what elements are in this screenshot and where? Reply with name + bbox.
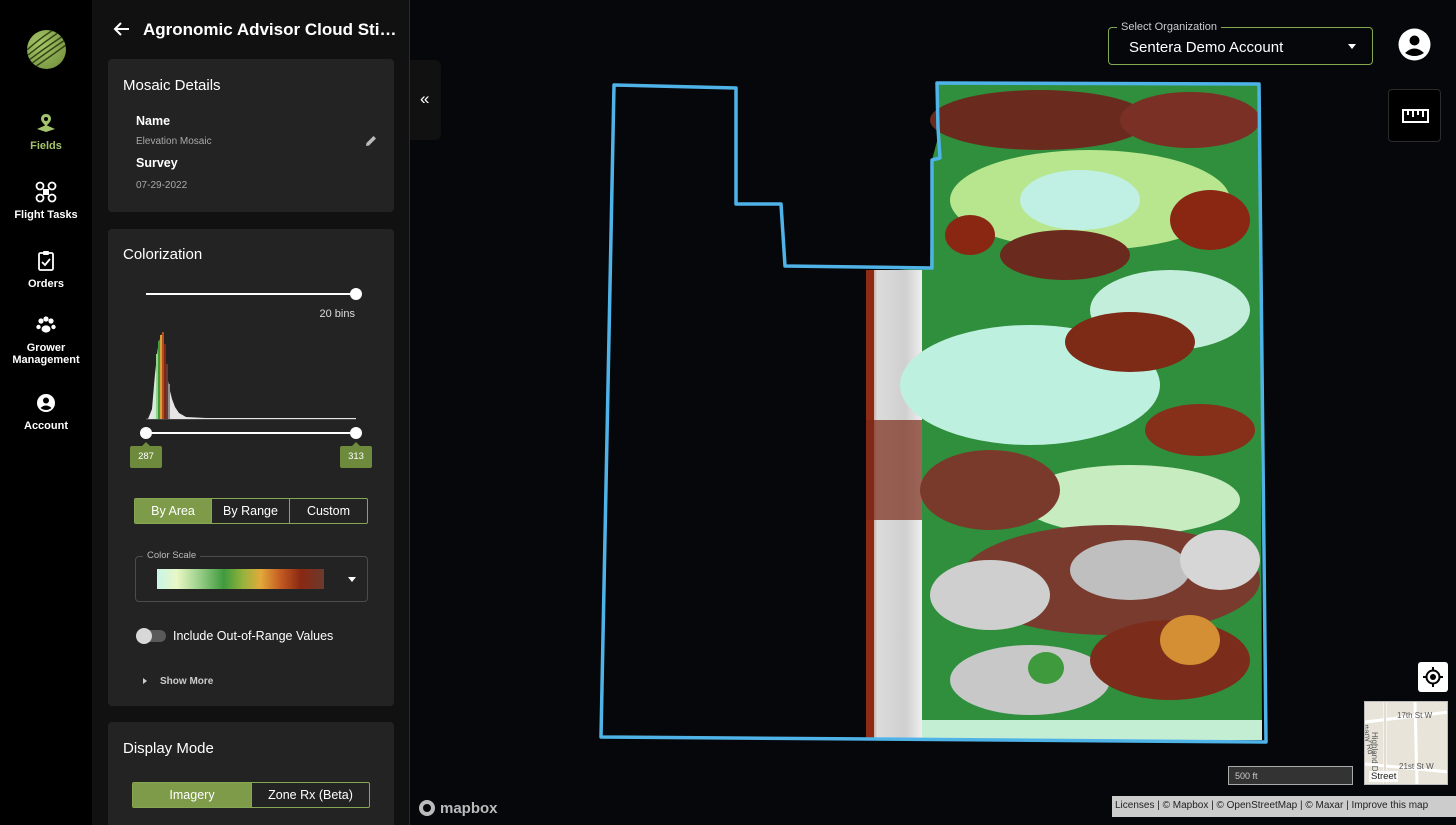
survey-label: Survey xyxy=(136,156,178,170)
nav-label-grower: Grower xyxy=(26,342,66,354)
minimap-street-label: 21st St W xyxy=(1399,762,1434,771)
geolocate-button[interactable] xyxy=(1418,662,1448,692)
mapbox-logo[interactable]: mapbox xyxy=(418,798,498,818)
paw-group-icon xyxy=(36,316,56,333)
organization-select[interactable]: Select Organization Sentera Demo Account xyxy=(1108,21,1373,65)
back-arrow-icon[interactable] xyxy=(112,19,132,39)
nav-rail: Fields Flight Tasks Orders Grower Manage… xyxy=(0,0,92,825)
mosaic-details-card: Mosaic Details Name Elevation Mosaic Sur… xyxy=(108,59,394,212)
name-value: Elevation Mosaic xyxy=(136,136,212,147)
display-mode-card: Display Mode Imagery Zone Rx (Beta) xyxy=(108,722,394,825)
mapbox-logo-text: mapbox xyxy=(440,799,498,817)
double-chevron-left-icon: « xyxy=(420,89,430,108)
bins-slider-thumb[interactable] xyxy=(350,288,362,300)
range-min-badge: 287 xyxy=(130,442,162,468)
chevron-down-icon xyxy=(348,577,356,582)
mosaic-details-heading: Mosaic Details xyxy=(123,77,221,94)
display-mode-heading: Display Mode xyxy=(123,740,214,757)
value-histogram xyxy=(146,332,356,420)
colorization-card: Colorization 20 bins 287 313 By Area By … xyxy=(108,229,394,706)
bins-label: 20 bins xyxy=(319,308,355,320)
caret-right-icon xyxy=(143,678,147,684)
clipboard-icon xyxy=(38,251,54,271)
name-label: Name xyxy=(136,114,171,128)
by-area-button[interactable]: By Area xyxy=(135,499,212,523)
nav-item-grower-management[interactable]: Grower Management xyxy=(0,314,92,366)
nav-label-account: Account xyxy=(24,420,68,432)
nav-item-orders[interactable]: Orders xyxy=(0,250,92,290)
minimap-street-label: 17th St W xyxy=(1397,711,1433,720)
nav-label-fields: Fields xyxy=(30,140,62,152)
collapse-panel-button[interactable]: « xyxy=(410,60,441,140)
range-slider-track[interactable] xyxy=(146,432,356,434)
nav-label-management: Management xyxy=(12,354,80,366)
account-circle-icon xyxy=(37,394,55,412)
range-max-badge: 313 xyxy=(340,442,372,468)
basemap-toggle[interactable]: 17th St W 21st St W Highland D ttany Rd … xyxy=(1364,701,1448,785)
nav-item-account[interactable]: Account xyxy=(0,392,92,432)
colorization-heading: Colorization xyxy=(123,246,203,263)
drone-icon xyxy=(35,181,57,203)
out-of-range-toggle[interactable] xyxy=(136,628,166,644)
out-of-range-label: Include Out-of-Range Values xyxy=(173,629,334,643)
user-avatar-icon[interactable] xyxy=(1398,28,1431,61)
zone-rx-button[interactable]: Zone Rx (Beta) xyxy=(252,783,369,807)
color-scale-select[interactable]: Color Scale xyxy=(135,550,368,602)
bins-slider-track[interactable] xyxy=(146,293,356,295)
mosaic-panel: Agronomic Advisor Cloud Stitchi... Mosai… xyxy=(92,0,409,825)
nav-label-flight-tasks: Flight Tasks xyxy=(14,209,78,221)
map-canvas[interactable]: Select Organization Sentera Demo Account… xyxy=(410,0,1456,825)
field-pin-icon xyxy=(37,114,55,132)
nav-item-flight-tasks[interactable]: Flight Tasks xyxy=(0,181,92,221)
measure-button[interactable] xyxy=(1388,89,1441,142)
color-scale-gradient xyxy=(157,569,324,589)
field-map xyxy=(599,81,1268,744)
scale-bar: 500 ft xyxy=(1228,766,1353,785)
survey-value: 07-29-2022 xyxy=(136,180,188,191)
custom-button[interactable]: Custom xyxy=(290,499,367,523)
binning-mode-toggle: By Area By Range Custom xyxy=(134,498,368,524)
by-range-button[interactable]: By Range xyxy=(212,499,290,523)
ruler-icon xyxy=(1402,109,1429,123)
map-attribution[interactable]: Licenses | © Mapbox | © OpenStreetMap | … xyxy=(1112,796,1456,817)
color-scale-label: Color Scale xyxy=(143,550,201,561)
mosaic-imagery xyxy=(866,84,1262,740)
nav-item-fields[interactable]: Fields xyxy=(0,112,92,152)
crosshair-icon xyxy=(1423,667,1443,687)
organization-value: Sentera Demo Account xyxy=(1129,39,1284,56)
panel-header: Agronomic Advisor Cloud Stitchi... xyxy=(92,0,409,58)
display-mode-toggle: Imagery Zone Rx (Beta) xyxy=(132,782,370,808)
range-max-thumb[interactable] xyxy=(350,427,362,439)
sentera-logo-icon[interactable] xyxy=(27,30,66,69)
nav-label-orders: Orders xyxy=(27,278,65,290)
edit-pencil-icon[interactable] xyxy=(364,134,378,148)
imagery-button[interactable]: Imagery xyxy=(133,783,252,807)
minimap-label: Street xyxy=(1369,771,1399,782)
mapbox-logo-icon xyxy=(419,800,435,816)
chevron-down-icon xyxy=(1348,44,1356,49)
organization-label: Select Organization xyxy=(1117,21,1221,33)
range-min-thumb[interactable] xyxy=(140,427,152,439)
panel-title: Agronomic Advisor Cloud Stitchi... xyxy=(143,20,401,39)
show-more-link[interactable]: Show More xyxy=(160,676,213,687)
